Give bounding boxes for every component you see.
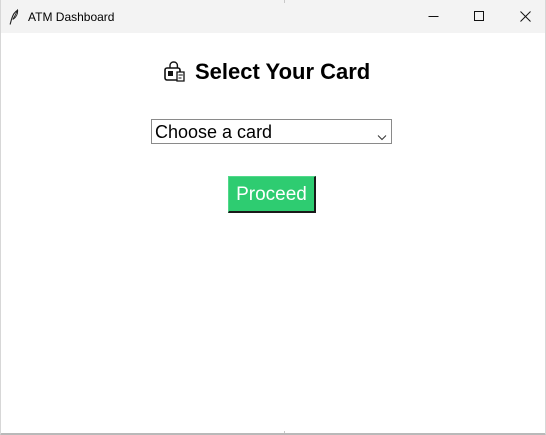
- maximize-button[interactable]: [456, 0, 502, 33]
- chevron-down-icon: [377, 128, 387, 141]
- window-titlebar[interactable]: ATM Dashboard: [1, 0, 545, 33]
- card-selection-heading: Select Your Card: [163, 57, 370, 87]
- window-bottom-border: [1, 433, 545, 434]
- minimize-icon: [428, 11, 439, 22]
- feather-pen-icon: [9, 8, 19, 25]
- card-select-dropdown[interactable]: Choose a card: [151, 119, 392, 144]
- minimize-button[interactable]: [410, 0, 456, 33]
- close-button[interactable]: [502, 0, 546, 33]
- maximize-icon: [473, 11, 485, 22]
- main-content: Select Your Card Choose a card Proceed: [1, 33, 545, 435]
- card-select-value: Choose a card: [155, 122, 273, 142]
- credit-card-icon: [163, 61, 186, 83]
- window-title: ATM Dashboard: [28, 10, 115, 24]
- page-title: Select Your Card: [195, 59, 371, 84]
- atm-dashboard-window: ATM Dashboard Select Your Card Choose a …: [0, 0, 546, 435]
- proceed-button[interactable]: Proceed: [228, 176, 316, 213]
- window-top-divider: [284, 0, 285, 3]
- close-icon: [519, 11, 531, 22]
